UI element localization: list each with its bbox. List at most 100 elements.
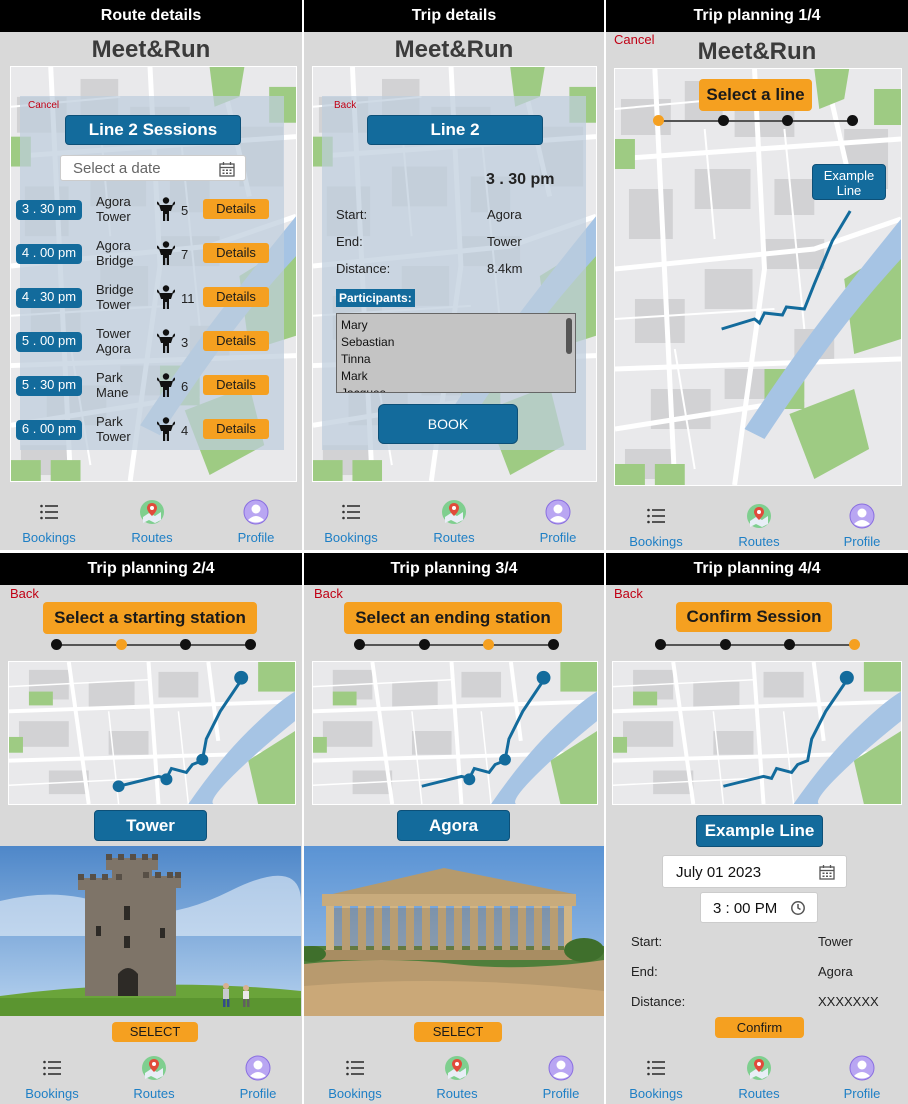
- cancel-link[interactable]: Cancel: [28, 100, 59, 111]
- details-button[interactable]: Details: [203, 199, 269, 219]
- date-field[interactable]: July 01 2023: [662, 855, 847, 888]
- list-icon: [310, 1054, 400, 1082]
- example-line-label[interactable]: Example Line: [812, 164, 886, 200]
- select-button[interactable]: SELECT: [112, 1022, 198, 1042]
- session-time: 3 . 30 pm: [16, 200, 82, 220]
- app-title: Meet&Run: [91, 36, 211, 63]
- nav-bookings-label: Bookings: [324, 530, 378, 545]
- nav-routes[interactable]: Routes: [409, 488, 499, 545]
- nav-bookings-label: Bookings: [25, 1086, 79, 1101]
- session-from: Bridge: [96, 282, 134, 297]
- trip-planning-2-screen: Trip planning 2/4 Back Select a starting…: [0, 553, 302, 1104]
- distance-value: XXXXXXX: [818, 994, 879, 1009]
- session-time: 3 . 30 pm: [486, 171, 555, 188]
- list-icon: [7, 1054, 97, 1082]
- screen-header: Trip planning 1/4: [606, 0, 908, 32]
- step-dot-active: [848, 639, 860, 650]
- nav-bookings-label: Bookings: [22, 530, 76, 545]
- date-picker[interactable]: Select a date: [60, 155, 246, 181]
- nav-profile[interactable]: Profile: [213, 1044, 302, 1101]
- session-time: 4 . 30 pm: [16, 288, 82, 308]
- bottom-nav: Bookings Routes Profile: [606, 492, 908, 550]
- select-button[interactable]: SELECT: [414, 1022, 502, 1042]
- participants-list[interactable]: Mary Sebastian Tinna Mark Jacques: [336, 313, 576, 393]
- step-progress: [354, 639, 559, 651]
- participant-name: Tinna: [341, 352, 371, 366]
- nav-profile[interactable]: Profile: [817, 1044, 907, 1101]
- nav-bookings[interactable]: Bookings: [4, 488, 94, 545]
- nav-bookings[interactable]: Bookings: [611, 1044, 701, 1101]
- nav-routes[interactable]: Routes: [107, 488, 197, 545]
- nav-routes[interactable]: Routes: [714, 492, 804, 549]
- person-icon: [156, 328, 176, 354]
- start-label: Start:: [336, 207, 368, 222]
- session-to: Agora: [96, 341, 131, 356]
- avatar-icon: [513, 498, 603, 526]
- nav-bookings[interactable]: Bookings: [611, 492, 701, 549]
- trip-planning-1-screen: Trip planning 1/4 Cancel Meet&Run Select…: [606, 0, 908, 550]
- bottom-nav: Bookings Routes Profile: [0, 1044, 302, 1104]
- map-pin-icon: [412, 1054, 502, 1082]
- participant-name: Mark: [341, 369, 368, 383]
- step-progress: [653, 115, 858, 127]
- person-icon: [156, 372, 176, 398]
- session-from: Park: [96, 370, 123, 385]
- line-title: Line 2: [367, 115, 543, 145]
- confirm-button[interactable]: Confirm: [715, 1017, 804, 1038]
- list-icon: [306, 498, 396, 526]
- nav-profile[interactable]: Profile: [513, 488, 603, 545]
- details-button[interactable]: Details: [203, 243, 269, 263]
- session-to: Tower: [96, 297, 131, 312]
- details-button[interactable]: Details: [203, 331, 269, 351]
- back-link[interactable]: Back: [614, 586, 643, 601]
- nav-routes[interactable]: Routes: [109, 1044, 199, 1101]
- app-title: Meet&Run: [394, 36, 514, 63]
- nav-profile[interactable]: Profile: [211, 488, 301, 545]
- nav-routes-label: Routes: [738, 1086, 780, 1101]
- session-time: 5 . 30 pm: [16, 376, 82, 396]
- line-name: Example Line: [696, 815, 823, 847]
- participants-label: Participants:: [336, 289, 415, 307]
- nav-profile-label: Profile: [843, 1086, 881, 1101]
- scrollbar[interactable]: [566, 318, 572, 354]
- back-link[interactable]: Back: [10, 586, 39, 601]
- step-dot: [719, 639, 731, 650]
- session-to: Tower: [96, 429, 131, 444]
- nav-profile[interactable]: Profile: [817, 492, 907, 549]
- nav-routes[interactable]: Routes: [412, 1044, 502, 1101]
- map: [312, 661, 598, 805]
- session-from: Agora: [96, 238, 131, 253]
- time-field[interactable]: 3 : 00 PM: [700, 892, 818, 923]
- back-link[interactable]: Back: [314, 586, 343, 601]
- nav-profile[interactable]: Profile: [516, 1044, 604, 1101]
- step-dot: [51, 639, 62, 650]
- nav-routes-label: Routes: [436, 1086, 478, 1101]
- session-participant-count: 4: [181, 423, 189, 438]
- participant-name: Sebastian: [341, 335, 395, 349]
- nav-profile-label: Profile: [237, 530, 275, 545]
- screen-header: Trip planning 4/4: [606, 553, 908, 585]
- book-button[interactable]: BOOK: [378, 404, 518, 444]
- nav-routes[interactable]: Routes: [714, 1044, 804, 1101]
- details-button[interactable]: Details: [203, 287, 269, 307]
- step-progress: [655, 639, 860, 651]
- screen-header: Trip planning 3/4: [304, 553, 604, 585]
- step-dot: [784, 639, 796, 650]
- session-from: Tower: [96, 326, 131, 341]
- nav-bookings[interactable]: Bookings: [7, 1044, 97, 1101]
- back-link[interactable]: Back: [334, 100, 356, 111]
- step-dot: [180, 639, 192, 650]
- nav-bookings[interactable]: Bookings: [306, 488, 396, 545]
- session-time: 4 . 00 pm: [16, 244, 82, 264]
- person-icon: [156, 284, 176, 310]
- nav-routes-label: Routes: [131, 530, 173, 545]
- session-from: Park: [96, 414, 123, 429]
- session-participant-count: 7: [181, 247, 189, 262]
- trip-planning-3-screen: Trip planning 3/4 Back Select an ending …: [304, 553, 604, 1104]
- nav-bookings[interactable]: Bookings: [310, 1044, 400, 1101]
- step-dot: [782, 115, 794, 126]
- time-value: 3 : 00 PM: [713, 900, 778, 917]
- details-button[interactable]: Details: [203, 375, 269, 395]
- end-value: Agora: [818, 964, 853, 979]
- details-button[interactable]: Details: [203, 419, 269, 439]
